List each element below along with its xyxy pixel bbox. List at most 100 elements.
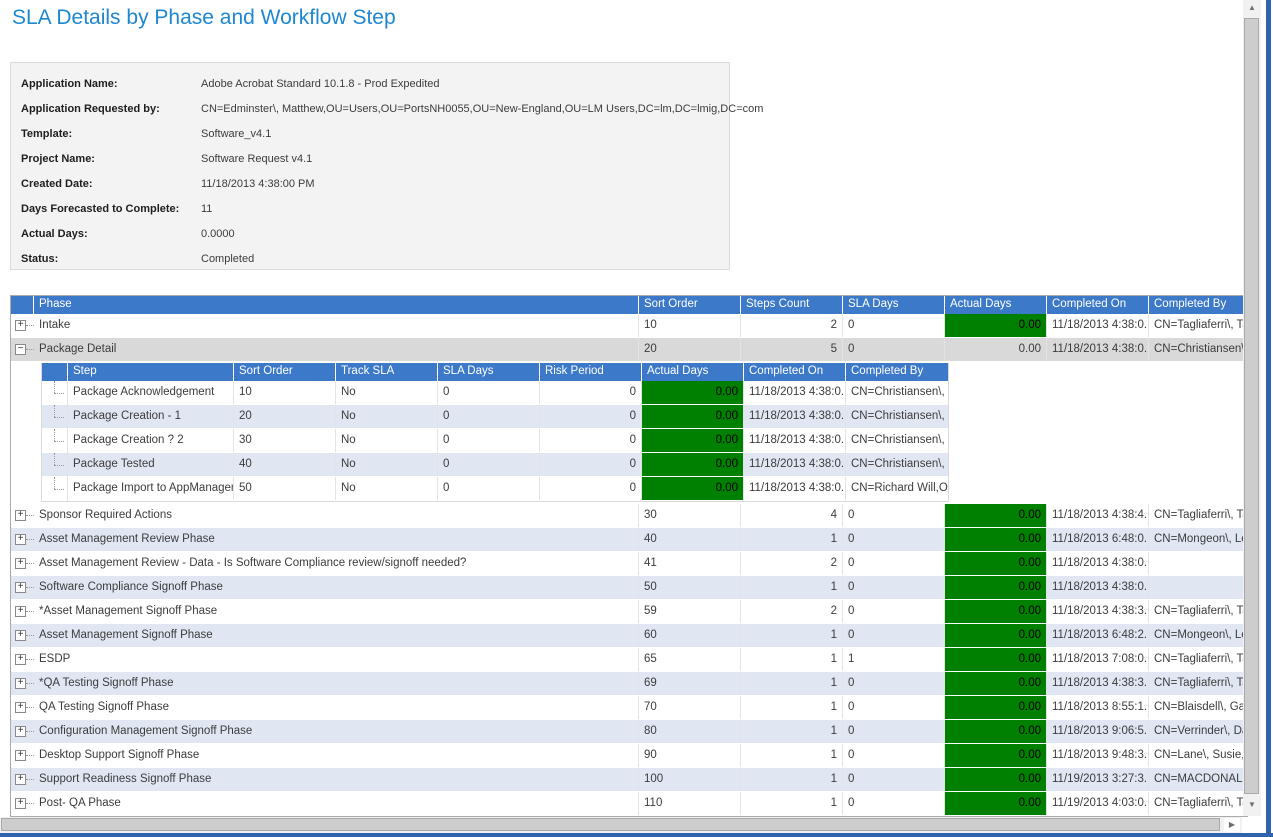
cell-completed-by: CN=Christiansen\, ... xyxy=(846,381,948,404)
tree-line xyxy=(26,779,34,780)
cell-completed-on: 11/18/2013 4:38:4... xyxy=(1047,504,1149,527)
info-field-value: Software_v4.1 xyxy=(201,128,271,140)
cell-actual-days: 0.00 xyxy=(945,720,1047,743)
tree-branch-icon xyxy=(42,453,68,477)
info-field: Application Name:Adobe Acrobat Standard … xyxy=(21,71,729,96)
cell-steps-count: 5 xyxy=(741,338,843,361)
step-row: Package Import to AppManager50No000.0011… xyxy=(42,477,948,501)
tree-line xyxy=(26,803,34,804)
info-field-value: Adobe Acrobat Standard 10.1.8 - Prod Exp… xyxy=(201,78,440,90)
cell-phase: Support Readiness Signoff Phase xyxy=(34,768,639,791)
info-field: Actual Days:0.0000 xyxy=(21,221,729,246)
phase-row: +Configuration Management Signoff Phase8… xyxy=(11,720,1247,744)
cell-sort-order: 90 xyxy=(639,744,741,767)
step-column-header-risk-period: Risk Period xyxy=(540,363,642,381)
cell-completed-on: 11/18/2013 6:48:0... xyxy=(1047,528,1149,551)
expand-toggle-icon[interactable]: + xyxy=(15,654,26,665)
cell-phase: ESDP xyxy=(34,648,639,671)
expand-toggle-icon[interactable]: + xyxy=(15,582,26,593)
cell-actual-days: 0.00 xyxy=(945,600,1047,623)
expander-cell: + xyxy=(11,768,34,791)
info-field-label: Project Name: xyxy=(21,153,201,165)
expander-cell: + xyxy=(11,648,34,671)
expand-toggle-icon[interactable]: + xyxy=(15,750,26,761)
step-header-row: StepSort OrderTrack SLASLA DaysRisk Peri… xyxy=(42,363,948,381)
expand-toggle-icon[interactable]: + xyxy=(15,702,26,713)
horizontal-scrollbar-thumb[interactable] xyxy=(1,818,1220,831)
expand-toggle-icon[interactable]: + xyxy=(15,510,26,521)
step-row: Package Creation ? 230No000.0011/18/2013… xyxy=(42,429,948,453)
expand-toggle-icon[interactable]: + xyxy=(15,726,26,737)
cell-completed-on: 11/18/2013 4:38:3... xyxy=(1047,600,1149,623)
expander-cell: + xyxy=(11,504,34,527)
cell-sla-days: 0 xyxy=(843,792,945,815)
info-field-value: CN=Edminster\, Matthew,OU=Users,OU=Ports… xyxy=(201,103,763,115)
tree-line xyxy=(26,683,34,684)
cell-risk-period: 0 xyxy=(540,429,642,452)
tree-branch-icon xyxy=(42,381,68,405)
cell-risk-period: 0 xyxy=(540,453,642,476)
cell-steps-count: 2 xyxy=(741,552,843,575)
step-column-header-completed-by: Completed By xyxy=(846,363,948,381)
cell-completed-on: 11/18/2013 4:38:0... xyxy=(744,453,846,476)
phase-row: +Desktop Support Signoff Phase90100.0011… xyxy=(11,744,1247,768)
cell-sort-order: 60 xyxy=(639,624,741,647)
cell-sla-days: 0 xyxy=(438,477,540,500)
collapse-toggle-icon[interactable]: − xyxy=(15,344,26,355)
cell-risk-period: 0 xyxy=(540,405,642,428)
tree-line xyxy=(26,731,34,732)
step-row: Package Acknowledgement10No000.0011/18/2… xyxy=(42,381,948,405)
vertical-scrollbar[interactable]: ▲ ▼ xyxy=(1243,0,1261,816)
expand-toggle-icon[interactable]: + xyxy=(15,630,26,641)
tree-branch-icon xyxy=(42,477,68,501)
column-header-completed-by: Completed By xyxy=(1149,296,1247,314)
cell-phase: Post- QA Phase xyxy=(34,792,639,815)
info-field-value: 0.0000 xyxy=(201,228,235,240)
cell-sla-days: 0 xyxy=(843,672,945,695)
info-field-value: Software Request v4.1 xyxy=(201,153,312,165)
cell-phase: Sponsor Required Actions xyxy=(34,504,639,527)
expand-toggle-icon[interactable]: + xyxy=(15,534,26,545)
cell-sort-order: 50 xyxy=(234,477,336,500)
cell-completed-by: CN=Tagliaferri\, Ta.. xyxy=(1149,600,1247,623)
expander-cell: + xyxy=(11,314,34,337)
vertical-scrollbar-thumb[interactable] xyxy=(1244,18,1259,794)
scroll-up-icon[interactable]: ▲ xyxy=(1243,0,1261,16)
cell-phase: Asset Management Review - Data - Is Soft… xyxy=(34,552,639,575)
info-field-label: Status: xyxy=(21,253,201,265)
cell-actual-days: 0.00 xyxy=(642,453,744,476)
step-column-header-actual-days: Actual Days xyxy=(642,363,744,381)
cell-actual-days: 0.00 xyxy=(945,672,1047,695)
scroll-right-icon[interactable]: ▶ xyxy=(1224,818,1240,832)
cell-actual-days: 0.00 xyxy=(945,576,1047,599)
horizontal-scrollbar[interactable]: ▶ xyxy=(0,817,1242,833)
cell-completed-on: 11/18/2013 4:38:0... xyxy=(1047,552,1149,575)
step-column-header-completed-on: Completed On xyxy=(744,363,846,381)
phase-row: +Asset Management Signoff Phase60100.001… xyxy=(11,624,1247,648)
cell-completed-on: 11/18/2013 4:38:0... xyxy=(1047,314,1149,337)
cell-sort-order: 80 xyxy=(639,720,741,743)
cell-sort-order: 40 xyxy=(639,528,741,551)
info-panel: Application Name:Adobe Acrobat Standard … xyxy=(10,62,730,270)
cell-actual-days: 0.00 xyxy=(945,552,1047,575)
expand-toggle-icon[interactable]: + xyxy=(15,606,26,617)
phase-row: +Sponsor Required Actions30400.0011/18/2… xyxy=(11,504,1247,528)
cell-sla-days: 0 xyxy=(843,624,945,647)
cell-phase: QA Testing Signoff Phase xyxy=(34,696,639,719)
info-field: Status:Completed xyxy=(21,246,729,271)
expand-toggle-icon[interactable]: + xyxy=(15,798,26,809)
expand-toggle-icon[interactable]: + xyxy=(15,678,26,689)
expander-cell: + xyxy=(11,528,34,551)
cell-completed-by: CN=Verrinder\, Da.. xyxy=(1149,720,1247,743)
expander-cell: + xyxy=(11,600,34,623)
cell-sla-days: 0 xyxy=(438,381,540,404)
cell-completed-on: 11/18/2013 4:38:0... xyxy=(744,477,846,500)
expand-toggle-icon[interactable]: + xyxy=(15,558,26,569)
cell-completed-by: CN=Mongeon\, Le.. xyxy=(1149,624,1247,647)
cell-sla-days: 0 xyxy=(438,453,540,476)
expand-toggle-icon[interactable]: + xyxy=(15,774,26,785)
expand-toggle-icon[interactable]: + xyxy=(15,320,26,331)
scroll-down-icon[interactable]: ▼ xyxy=(1243,797,1261,813)
tree-branch-icon xyxy=(42,405,68,429)
info-field: Application Requested by:CN=Edminster\, … xyxy=(21,96,729,121)
